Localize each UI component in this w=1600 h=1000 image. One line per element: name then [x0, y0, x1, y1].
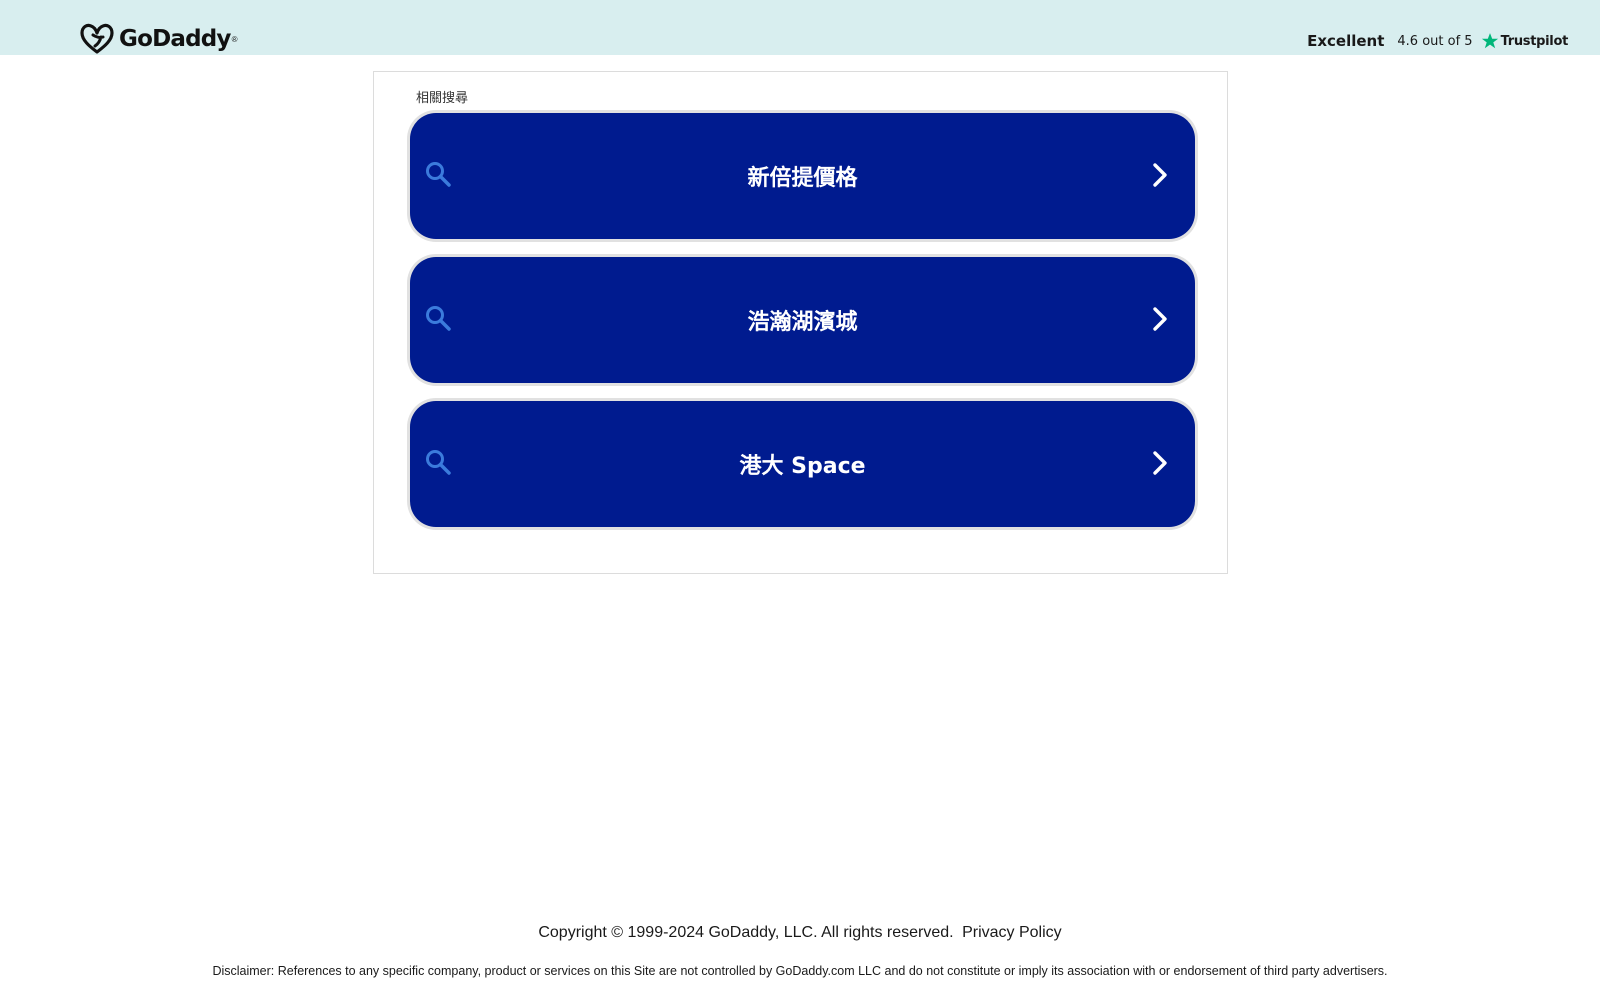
trustpilot-star-icon [1481, 33, 1498, 49]
related-search-button-1[interactable]: 新倍提價格 [410, 113, 1195, 239]
related-searches-title: 相關搜尋 [416, 91, 469, 106]
search-icon [426, 306, 451, 331]
trustpilot-rating[interactable]: Excellent 4.6 out of 5 Trustpilot [1307, 29, 1568, 53]
footer-disclaimer: Disclaimer: References to any specific c… [212, 964, 1388, 978]
logo-registered-mark: ® [231, 34, 238, 44]
related-search-label: 浩瀚湖濱城 [747, 310, 858, 335]
copyright-text: Copyright © 1999-2024 GoDaddy, LLC. All … [538, 924, 954, 941]
related-search-label: 新倍提價格 [747, 166, 858, 191]
search-icon [426, 162, 451, 187]
rating-word: Excellent [1307, 32, 1385, 50]
chevron-right-icon [1153, 307, 1167, 331]
rating-score: 4.6 out of 5 [1397, 33, 1473, 49]
related-searches-panel: 相關搜尋 新倍提價格 浩瀚湖濱城 港大 Space [373, 71, 1228, 574]
chevron-right-icon [1153, 163, 1167, 187]
related-search-button-3[interactable]: 港大 Space [410, 401, 1195, 527]
footer-copyright-line: Copyright © 1999-2024 GoDaddy, LLC. All … [0, 924, 1600, 942]
godaddy-logo-icon [80, 23, 114, 54]
related-search-label: 港大 Space [739, 454, 866, 479]
related-search-button-2[interactable]: 浩瀚湖濱城 [410, 257, 1195, 383]
chevron-right-icon [1153, 451, 1167, 475]
godaddy-logo[interactable]: GoDaddy ® [79, 21, 238, 57]
privacy-policy-link[interactable]: Privacy Policy [962, 924, 1062, 941]
logo-text: GoDaddy [119, 26, 231, 52]
top-bar: GoDaddy ® Excellent 4.6 out of 5 Trustpi… [0, 0, 1600, 55]
trustpilot-label: Trustpilot [1500, 33, 1569, 49]
search-icon [426, 450, 451, 475]
